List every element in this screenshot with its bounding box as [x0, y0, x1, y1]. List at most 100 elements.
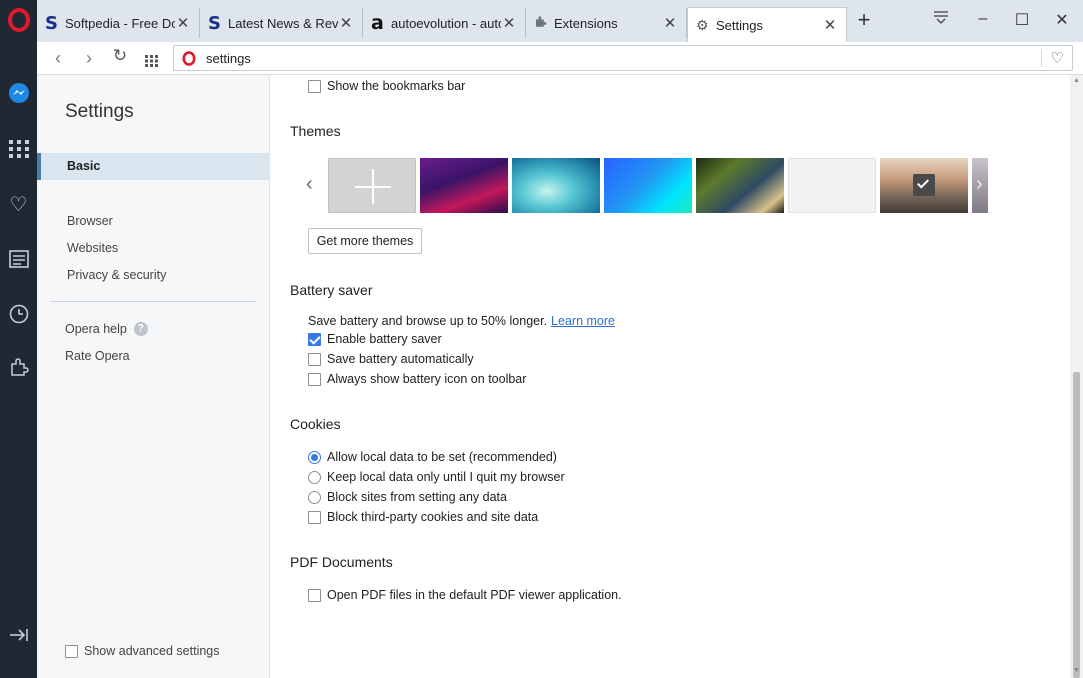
- battery-heading: Battery saver: [290, 282, 373, 298]
- theme-thumbnail[interactable]: [512, 158, 600, 213]
- theme-thumbnail[interactable]: [420, 158, 508, 213]
- reload-icon[interactable]: ↻: [109, 46, 131, 66]
- scrollbar-thumb[interactable]: [1073, 372, 1080, 678]
- opera-logo-icon[interactable]: [0, 8, 37, 37]
- cookies-thirdparty-option[interactable]: Block third-party cookies and site data: [308, 510, 538, 524]
- cookies-block-radio[interactable]: [308, 490, 321, 504]
- scroll-up-arrow-icon[interactable]: ▲: [1073, 77, 1080, 84]
- scroll-down-arrow-icon[interactable]: ▼: [1073, 667, 1080, 674]
- battery-auto-option[interactable]: Save battery automatically: [308, 352, 474, 366]
- cookies-allow-radio[interactable]: [308, 450, 321, 464]
- battery-auto-checkbox[interactable]: [308, 352, 321, 366]
- themes-heading: Themes: [290, 123, 341, 139]
- close-icon[interactable]: ✕: [338, 14, 354, 32]
- opera-window: ♡ S Softpedia - Free Dow ✕ S Latest News…: [0, 0, 1083, 678]
- scrollbar[interactable]: ▲ ▼: [1070, 75, 1083, 678]
- autoevolution-icon: a: [371, 12, 384, 34]
- settings-content: Show the bookmarks bar Themes ‹ › Get mo…: [270, 75, 1070, 678]
- advanced-checkbox[interactable]: [65, 644, 78, 658]
- battery-enable-checkbox[interactable]: [308, 332, 321, 346]
- gear-icon: ⚙: [696, 16, 709, 33]
- new-tab-plus-icon[interactable]: +: [849, 7, 879, 32]
- sidebar-collapse-icon[interactable]: [0, 626, 37, 647]
- themes-prev-icon[interactable]: ‹: [306, 173, 313, 196]
- theme-thumbnail[interactable]: [696, 158, 784, 213]
- battery-icon-option[interactable]: Always show battery icon on toolbar: [308, 372, 526, 386]
- close-icon[interactable]: ✕: [175, 14, 191, 32]
- forward-icon[interactable]: ›: [78, 48, 100, 69]
- theme-thumbnail[interactable]: [604, 158, 692, 213]
- cookies-keep-option[interactable]: Keep local data only until I quit my bro…: [308, 470, 565, 484]
- cookies-keep-label: Keep local data only until I quit my bro…: [327, 470, 565, 484]
- cookies-block-option[interactable]: Block sites from setting any data: [308, 490, 507, 504]
- bookmark-heart-icon[interactable]: ♡: [1051, 49, 1064, 67]
- tab-autoevolution[interactable]: a autoevolution - auto ✕: [363, 8, 526, 38]
- pdf-open-label: Open PDF files in the default PDF viewer…: [327, 588, 622, 602]
- advanced-label: Show advanced settings: [84, 644, 220, 658]
- close-icon[interactable]: ✕: [501, 14, 517, 32]
- tab-extensions[interactable]: Extensions ✕: [526, 8, 687, 38]
- bookmarks-bar-checkbox[interactable]: [308, 79, 321, 93]
- show-advanced-settings[interactable]: Show advanced settings: [65, 644, 220, 658]
- back-icon[interactable]: ‹: [47, 48, 69, 69]
- page-title: Settings: [65, 101, 134, 122]
- rate-opera-link[interactable]: Rate Opera: [65, 349, 130, 363]
- nav-divider: [50, 301, 256, 302]
- cookies-keep-radio[interactable]: [308, 470, 321, 484]
- battery-enable-label: Enable battery saver: [327, 332, 442, 346]
- pdf-open-option[interactable]: Open PDF files in the default PDF viewer…: [308, 588, 622, 602]
- extensions-puzzle-icon[interactable]: [0, 357, 37, 382]
- tab-latest-news[interactable]: S Latest News & Revie ✕: [200, 8, 363, 38]
- nav-item-basic[interactable]: Basic: [37, 153, 269, 180]
- nav-item-browser[interactable]: Browser: [67, 214, 113, 228]
- puzzle-icon: [534, 15, 548, 31]
- bookmarks-bar-option[interactable]: Show the bookmarks bar: [308, 79, 465, 93]
- selected-check-icon: [913, 174, 935, 196]
- address-field[interactable]: settings ♡: [173, 45, 1073, 71]
- window-close-icon[interactable]: ✕: [1047, 10, 1077, 30]
- nav-item-websites[interactable]: Websites: [67, 241, 118, 255]
- maximize-icon[interactable]: ☐: [1007, 10, 1037, 30]
- cookies-heading: Cookies: [290, 416, 341, 432]
- address-bar-row: ‹ › ↻ settings ♡: [37, 42, 1083, 75]
- battery-icon-checkbox[interactable]: [308, 372, 321, 386]
- minimize-icon[interactable]: –: [968, 10, 998, 30]
- cookies-thirdparty-checkbox[interactable]: [308, 510, 321, 524]
- tab-label: Softpedia - Free Dow: [65, 15, 175, 31]
- opera-o-icon: [182, 50, 196, 66]
- speed-dial-grid-icon[interactable]: [141, 51, 163, 72]
- settings-nav-panel: Settings Basic Browser Websites Privacy …: [37, 75, 270, 678]
- messenger-icon[interactable]: [0, 82, 37, 109]
- tab-softpedia[interactable]: S Softpedia - Free Dow ✕: [37, 8, 200, 38]
- history-clock-icon[interactable]: [0, 304, 37, 329]
- url-text[interactable]: settings: [206, 51, 251, 66]
- battery-enable-option[interactable]: Enable battery saver: [308, 332, 442, 346]
- cookies-allow-label: Allow local data to be set (recommended): [327, 450, 557, 464]
- speed-dial-icon[interactable]: [0, 140, 37, 163]
- opera-help-link[interactable]: Opera help ?: [65, 322, 148, 336]
- learn-more-link[interactable]: Learn more: [551, 314, 615, 328]
- bookmarks-heart-icon[interactable]: ♡: [0, 192, 37, 217]
- get-more-themes-button[interactable]: Get more themes: [308, 228, 422, 254]
- news-icon[interactable]: [0, 250, 37, 273]
- tab-label: Latest News & Revie: [228, 15, 338, 31]
- close-icon[interactable]: ✕: [822, 16, 838, 34]
- softpedia-icon: S: [208, 12, 221, 34]
- tab-label: autoevolution - auto: [391, 15, 501, 31]
- tab-menu-icon[interactable]: [926, 10, 956, 30]
- tab-settings[interactable]: ⚙ Settings ✕: [687, 7, 847, 42]
- theme-thumbnail-selected[interactable]: [880, 158, 968, 213]
- opera-help-label: Opera help: [65, 322, 127, 336]
- battery-description: Save battery and browse up to 50% longer…: [308, 314, 615, 328]
- close-icon[interactable]: ✕: [662, 14, 678, 32]
- theme-thumbnail[interactable]: [788, 158, 876, 213]
- pdf-open-checkbox[interactable]: [308, 588, 321, 602]
- bookmarks-bar-label: Show the bookmarks bar: [327, 79, 466, 93]
- cookies-allow-option[interactable]: Allow local data to be set (recommended): [308, 450, 557, 464]
- battery-desc-text: Save battery and browse up to 50% longer…: [308, 314, 548, 328]
- nav-item-privacy[interactable]: Privacy & security: [67, 268, 166, 282]
- add-theme-tile[interactable]: [328, 158, 416, 213]
- tab-label: Settings: [716, 17, 763, 33]
- softpedia-icon: S: [45, 12, 58, 34]
- themes-next-icon[interactable]: ›: [976, 173, 983, 196]
